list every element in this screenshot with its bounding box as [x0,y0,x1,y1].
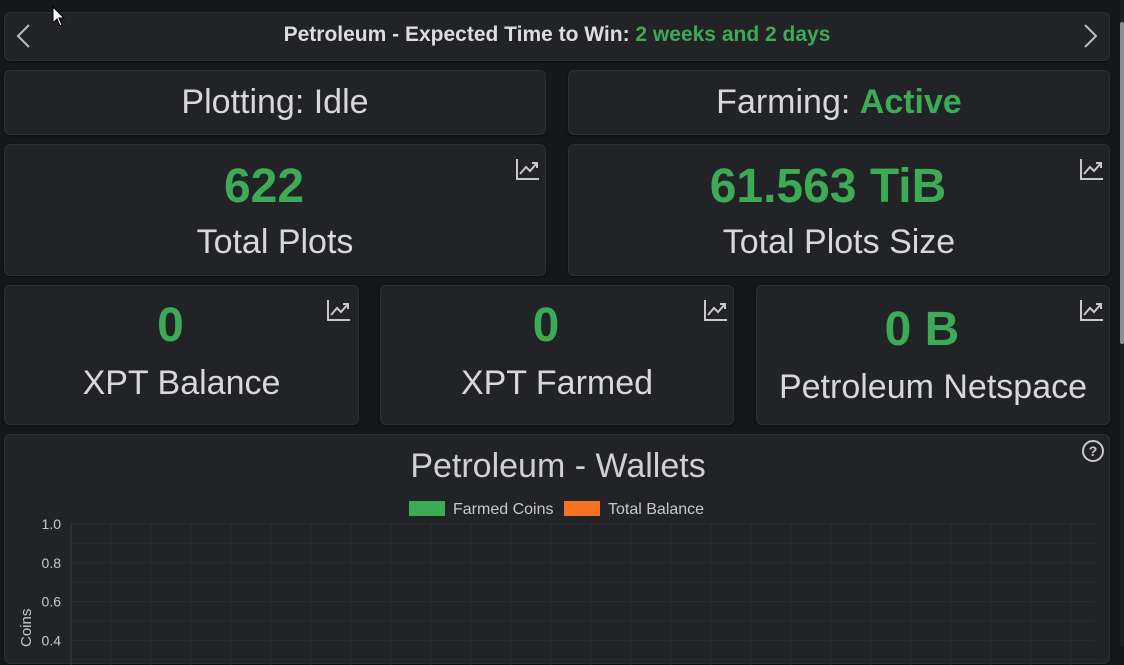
xpt-balance-card: 0 XPT Balance [4,285,359,425]
y-tick-label: 0.8 [42,555,62,571]
expected-time-text: Petroleum - Expected Time to Win: 2 week… [5,23,1109,47]
xpt-farmed-card: 0 XPT Farmed [380,285,734,425]
netspace-value: 0 B [884,303,960,356]
y-tick-label: 0.4 [42,632,62,648]
expected-time-banner: Petroleum - Expected Time to Win: 2 week… [4,12,1110,61]
next-arrow-icon[interactable] [1075,20,1105,52]
chart-line-icon[interactable] [326,298,352,322]
total-plots-value: 622 [223,160,305,213]
legend-label: Farmed Coins [453,501,553,518]
legend-swatch [564,501,600,516]
chart-legend[interactable]: Farmed Coins Total Balance [409,501,704,518]
farming-status-card: Farming: Active [568,70,1110,135]
farming-label: Farming: [716,83,860,121]
wallets-chart: Petroleum - Wallets Farmed Coins Total Ba… [18,447,1095,665]
expected-time-value: 2 weeks and 2 days [635,23,831,46]
total-plots-size-value: 61.563 TiB [709,160,947,213]
chart-y-ticks: 1.0 0.8 0.6 0.4 [42,516,62,648]
chart-line-icon[interactable] [1079,157,1105,181]
chart-line-icon[interactable] [1079,298,1105,322]
total-plots-card: 622 Total Plots [4,144,546,276]
expected-time-prefix: Petroleum - Expected Time to Win: [283,23,636,46]
y-tick-label: 1.0 [42,516,62,532]
chart-grid [70,523,1095,665]
plotting-status-card: Plotting: Idle [4,70,546,135]
scrollbar-thumb[interactable] [1120,22,1124,344]
wallets-chart-card: ? Petroleum - Wallets Farmed Coins Total … [4,434,1110,665]
legend-item[interactable]: Farmed Coins [409,501,553,518]
legend-swatch [409,501,445,516]
plotting-value: Idle [313,83,369,121]
total-plots-size-card: 61.563 TiB Total Plots Size [568,144,1110,276]
chart-line-icon[interactable] [703,298,729,322]
netspace-label: Petroleum Netspace [778,368,1088,406]
chart-y-axis-label: Coins [18,609,35,647]
farming-value: Active [859,83,962,121]
y-tick-label: 0.6 [42,594,62,610]
farming-status: Farming: Active [569,83,1109,122]
legend-item[interactable]: Total Balance [564,501,704,518]
xpt-farmed-label: XPT Farmed [460,364,654,402]
total-plots-label: Total Plots [196,223,354,261]
netspace-card: 0 B Petroleum Netspace [756,285,1110,425]
legend-label: Total Balance [608,501,704,518]
plotting-status: Plotting: Idle [5,83,545,122]
mouse-cursor-icon [52,6,66,27]
xpt-balance-label: XPT Balance [82,364,281,402]
xpt-farmed-value: 0 [532,299,560,352]
xpt-balance-value: 0 [157,299,184,352]
total-plots-size-label: Total Plots Size [722,223,956,261]
chart-line-icon[interactable] [515,157,541,181]
plotting-label: Plotting: [181,83,314,121]
chart-title: Petroleum - Wallets [410,447,705,485]
